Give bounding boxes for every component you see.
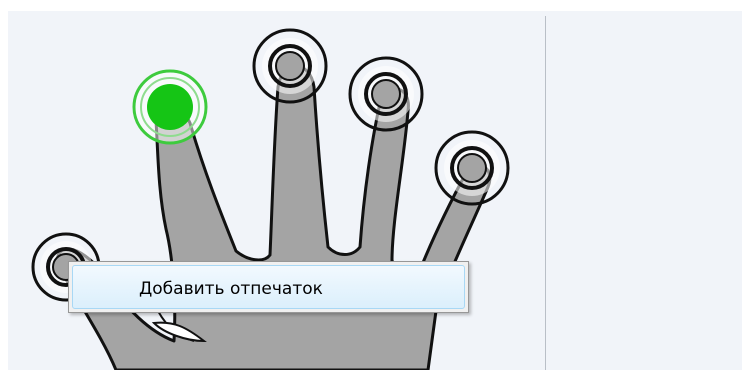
index-finger-marker[interactable] [132,69,208,145]
hand-illustration [31,28,510,370]
context-menu: Добавить отпечаток [68,261,469,313]
menu-item-label: Добавить отпечаток [139,279,323,299]
hand-shape [55,64,492,370]
right-pane [546,11,742,370]
fingerprint-setup-panel [8,11,742,370]
ring-finger-marker[interactable] [348,56,424,132]
add-fingerprint-menu-item[interactable]: Добавить отпечаток [72,265,465,309]
hand-diagram [8,11,545,370]
middle-finger-marker[interactable] [252,28,328,104]
little-finger-marker[interactable] [434,130,510,206]
